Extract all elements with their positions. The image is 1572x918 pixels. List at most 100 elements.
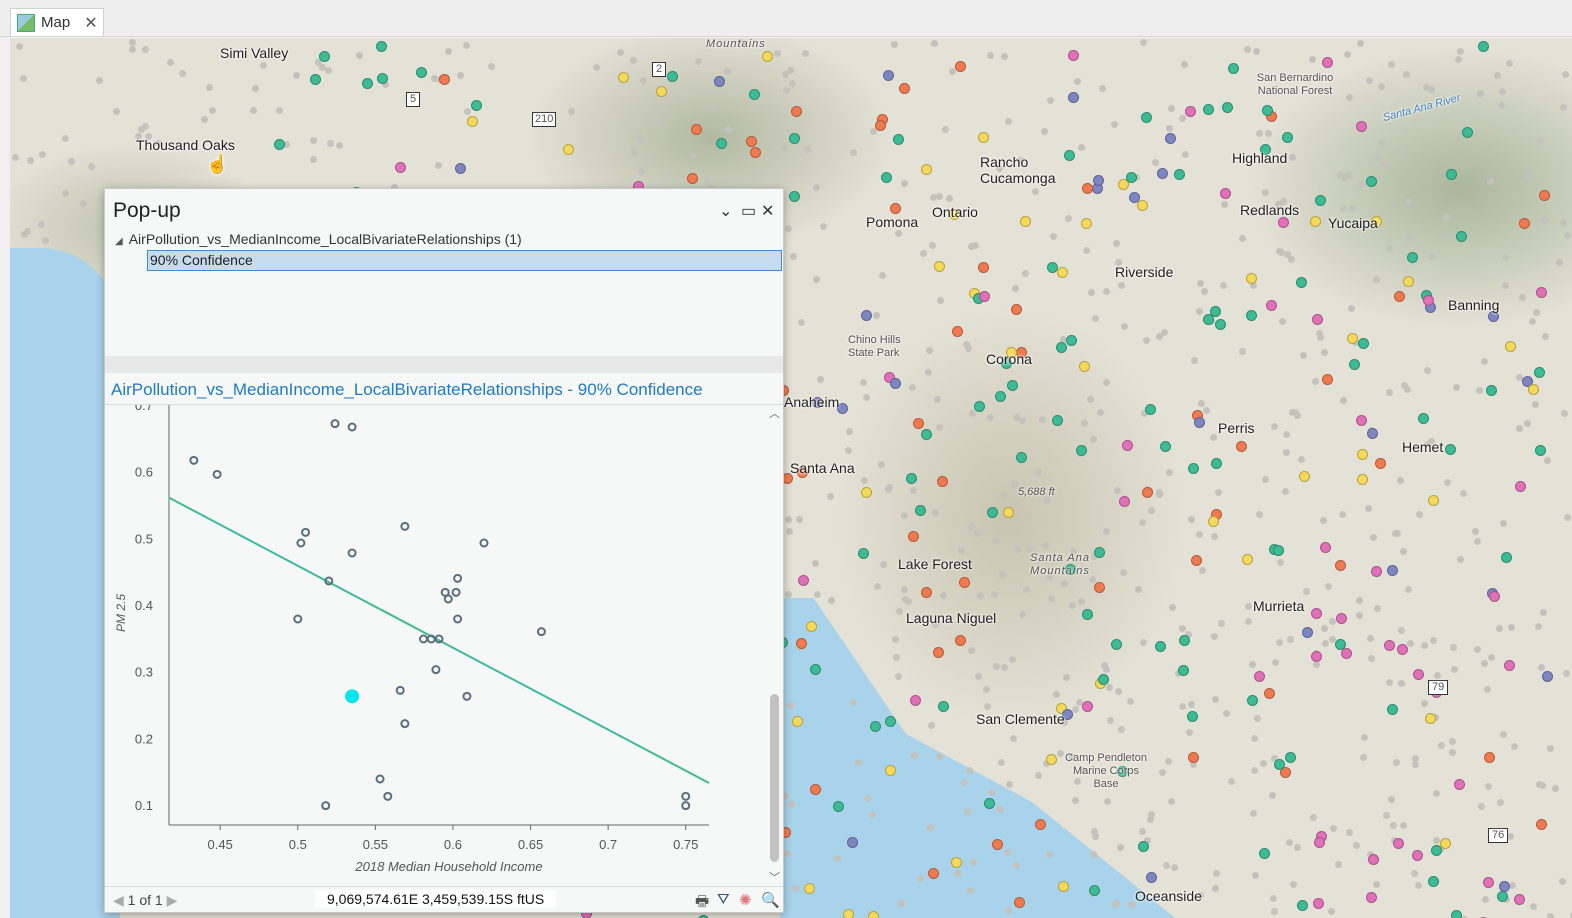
map-feature-point[interactable] xyxy=(394,162,406,174)
map-feature-point[interactable] xyxy=(1079,361,1090,373)
map-feature-point[interactable] xyxy=(1191,554,1203,566)
map-feature-point[interactable] xyxy=(1174,169,1186,181)
map-feature-point[interactable] xyxy=(1384,640,1396,652)
map-feature-point[interactable] xyxy=(1478,41,1490,53)
map-feature-point[interactable] xyxy=(1417,413,1429,424)
map-feature-point[interactable] xyxy=(1482,877,1494,889)
map-feature-point[interactable] xyxy=(749,88,761,100)
tab-map[interactable]: Map ✕ xyxy=(10,8,104,36)
map-feature-point[interactable] xyxy=(1424,713,1436,725)
map-feature-point[interactable] xyxy=(1444,444,1456,456)
map-feature-point[interactable] xyxy=(362,78,374,90)
map-feature-point[interactable] xyxy=(1527,384,1539,396)
map-feature-point[interactable] xyxy=(1319,542,1331,554)
map-feature-point[interactable] xyxy=(1322,374,1334,386)
map-feature-point[interactable] xyxy=(954,61,966,73)
map-feature-point[interactable] xyxy=(686,173,698,185)
map-feature-point[interactable] xyxy=(1177,664,1189,676)
map-feature-point[interactable] xyxy=(1533,366,1545,378)
map-feature-point[interactable] xyxy=(913,418,925,430)
map-feature-point[interactable] xyxy=(1193,416,1205,428)
map-feature-point[interactable] xyxy=(1368,853,1380,865)
map-feature-point[interactable] xyxy=(1310,651,1322,663)
map-feature-point[interactable] xyxy=(959,577,971,589)
map-feature-point[interactable] xyxy=(788,190,800,202)
map-feature-point[interactable] xyxy=(666,70,678,82)
map-feature-point[interactable] xyxy=(1454,778,1466,790)
map-feature-point[interactable] xyxy=(899,83,911,95)
map-feature-point[interactable] xyxy=(714,75,726,87)
map-feature-point[interactable] xyxy=(1246,310,1258,321)
map-feature-point[interactable] xyxy=(890,203,902,215)
map-feature-point[interactable] xyxy=(1056,266,1068,278)
map-feature-point[interactable] xyxy=(1386,564,1398,576)
map-feature-point[interactable] xyxy=(861,310,873,322)
map-feature-point[interactable] xyxy=(937,700,949,712)
map-feature-point[interactable] xyxy=(915,505,927,517)
map-feature-point[interactable] xyxy=(1254,671,1266,683)
map-feature-point[interactable] xyxy=(1518,218,1530,230)
map-feature-point[interactable] xyxy=(1210,457,1222,469)
map-feature-point[interactable] xyxy=(375,40,387,52)
scrollbar-thumb[interactable] xyxy=(770,694,779,862)
map-feature-point[interactable] xyxy=(1159,440,1171,452)
map-feature-point[interactable] xyxy=(858,548,870,560)
map-feature-point[interactable] xyxy=(1258,848,1270,860)
vertical-scrollbar[interactable]: ︿ ﹀ xyxy=(767,408,781,884)
map-feature-point[interactable] xyxy=(892,134,904,146)
map-feature-point[interactable] xyxy=(1002,506,1014,518)
map-feature-point[interactable] xyxy=(656,86,668,98)
map-feature-point[interactable] xyxy=(1155,641,1167,653)
map-feature-point[interactable] xyxy=(1407,252,1419,264)
maximize-icon[interactable]: ▭ xyxy=(741,201,756,221)
map-feature-point[interactable] xyxy=(1348,359,1360,371)
map-feature-point[interactable] xyxy=(1188,752,1200,764)
map-feature-point[interactable] xyxy=(790,105,802,117)
map-feature-point[interactable] xyxy=(1355,415,1367,427)
map-feature-point[interactable] xyxy=(1341,648,1353,660)
map-feature-point[interactable] xyxy=(1013,897,1025,909)
map-feature-point[interactable] xyxy=(1141,111,1153,123)
map-feature-point[interactable] xyxy=(932,646,944,658)
map-feature-point[interactable] xyxy=(1281,132,1293,144)
map-feature-point[interactable] xyxy=(1184,106,1196,118)
map-feature-point[interactable] xyxy=(1393,838,1405,850)
map-feature-point[interactable] xyxy=(880,172,892,184)
map-feature-point[interactable] xyxy=(1227,63,1239,75)
map-feature-point[interactable] xyxy=(690,123,702,135)
map-feature-point[interactable] xyxy=(885,764,897,776)
map-feature-point[interactable] xyxy=(1357,473,1369,485)
map-feature-point[interactable] xyxy=(1334,560,1346,572)
map-feature-point[interactable] xyxy=(979,291,991,303)
close-icon[interactable]: ✕ xyxy=(761,201,774,221)
feature-node-selected[interactable]: 90% Confidence xyxy=(147,250,782,271)
map-feature-point[interactable] xyxy=(847,836,859,848)
map-feature-point[interactable] xyxy=(1207,515,1219,527)
map-feature-point[interactable] xyxy=(1210,306,1222,318)
map-feature-point[interactable] xyxy=(907,530,919,542)
prev-icon[interactable]: ◀ xyxy=(113,892,124,908)
map-feature-point[interactable] xyxy=(1219,187,1231,199)
map-feature-point[interactable] xyxy=(1314,194,1326,206)
pane-splitter[interactable] xyxy=(105,356,783,373)
map-feature-point[interactable] xyxy=(1365,891,1377,903)
map-feature-point[interactable] xyxy=(1445,169,1457,181)
map-feature-point[interactable] xyxy=(1504,340,1516,352)
map-feature-point[interactable] xyxy=(1263,688,1275,700)
map-feature-point[interactable] xyxy=(1503,660,1515,672)
map-feature-point[interactable] xyxy=(1145,871,1157,883)
map-feature-point[interactable] xyxy=(1186,711,1198,723)
map-feature-point[interactable] xyxy=(1347,332,1359,344)
map-feature-point[interactable] xyxy=(977,131,989,143)
map-feature-point[interactable] xyxy=(470,100,482,112)
map-feature-point[interactable] xyxy=(1514,893,1526,905)
map-feature-point[interactable] xyxy=(1371,566,1383,578)
map-feature-point[interactable] xyxy=(983,798,995,810)
map-feature-point[interactable] xyxy=(1046,754,1058,766)
map-feature-point[interactable] xyxy=(792,715,804,727)
map-feature-point[interactable] xyxy=(860,486,872,498)
map-feature-point[interactable] xyxy=(1439,837,1451,849)
map-feature-point[interactable] xyxy=(319,51,331,63)
map-feature-point[interactable] xyxy=(1462,127,1474,139)
map-feature-point[interactable] xyxy=(806,620,818,632)
